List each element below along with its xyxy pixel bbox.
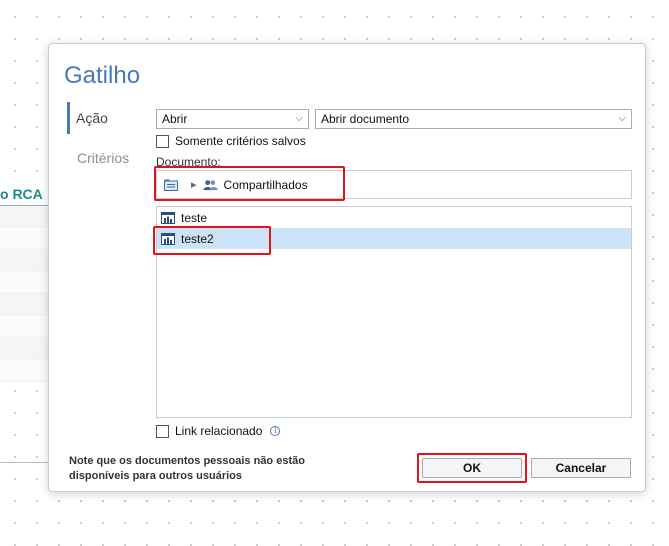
table-row bbox=[0, 228, 48, 250]
highlight-ok-button bbox=[417, 453, 527, 483]
related-link-label: Link relacionado bbox=[175, 424, 263, 438]
saved-criteria-only-label: Somente critérios salvos bbox=[175, 134, 306, 148]
background-column-header: o RCA bbox=[0, 186, 48, 206]
chevron-down-icon: ⌵ bbox=[295, 113, 303, 124]
action-select-value: Abrir bbox=[162, 112, 188, 126]
dialog-title: Gatilho bbox=[64, 62, 141, 89]
saved-criteria-only-checkbox[interactable] bbox=[156, 134, 169, 148]
table-row bbox=[0, 250, 48, 272]
trigger-dialog: Gatilho Ação Critérios Abrir ⌵ Abrir doc… bbox=[48, 43, 646, 492]
nav-item-action[interactable]: Ação bbox=[67, 102, 108, 134]
nav-item-criteria[interactable]: Critérios bbox=[77, 150, 129, 166]
action-select[interactable]: Abrir ⌵ bbox=[156, 109, 309, 129]
document-name: teste bbox=[181, 210, 208, 225]
table-row bbox=[0, 338, 48, 360]
table-row bbox=[0, 316, 48, 338]
table-row bbox=[0, 294, 48, 316]
related-link-checkbox[interactable] bbox=[156, 424, 169, 438]
highlight-breadcrumb bbox=[154, 166, 345, 201]
highlight-selected-document bbox=[153, 226, 271, 255]
related-link-option[interactable]: Link relacionado i bbox=[156, 424, 281, 438]
saved-criteria-only-option[interactable]: Somente critérios salvos bbox=[156, 134, 306, 148]
report-document-icon bbox=[161, 211, 175, 224]
table-row bbox=[0, 206, 48, 228]
background-divider bbox=[0, 462, 48, 463]
personal-documents-note: Note que os documentos pessoais não estã… bbox=[69, 455, 305, 482]
table-row bbox=[0, 360, 48, 382]
cancel-button[interactable]: Cancelar bbox=[531, 458, 631, 478]
table-row bbox=[0, 272, 48, 294]
list-item[interactable]: teste bbox=[157, 207, 631, 228]
info-icon[interactable]: i bbox=[270, 426, 281, 436]
background-table-rows bbox=[0, 206, 48, 382]
chevron-down-icon: ⌵ bbox=[618, 113, 626, 124]
document-action-select-value: Abrir documento bbox=[321, 112, 410, 126]
document-action-select[interactable]: Abrir documento ⌵ bbox=[315, 109, 632, 129]
